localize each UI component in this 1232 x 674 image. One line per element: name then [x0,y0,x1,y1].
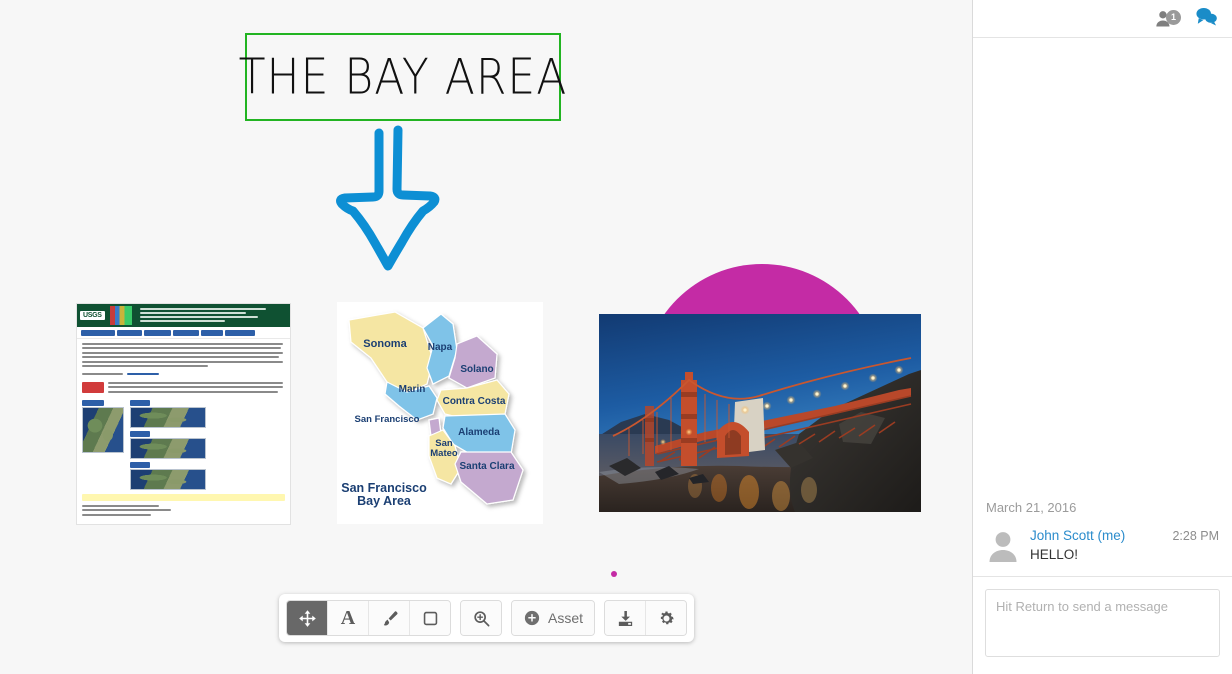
plus-circle-icon [524,610,540,626]
whiteboard-canvas[interactable]: THE BAY AREA USGS Sonoma Napa Solano Mar… [0,0,972,674]
bay-area-map-graphic: Sonoma Napa Solano Marin Contra Costa Sa… [341,311,524,508]
bay-area-map[interactable]: Sonoma Napa Solano Marin Contra Costa Sa… [337,302,543,524]
down-arrow-shape[interactable] [333,125,443,273]
usgs-paragraph [77,339,290,367]
thumb-tag [130,399,150,406]
down-arrow-icon [336,125,440,271]
tool-group-asset: Asset [511,600,596,636]
brush-icon [383,610,398,625]
chat-panel-header: 1 [973,0,1232,38]
usgs-alert-badge [82,381,104,393]
usgs-header-text [139,307,287,324]
text-tool-button[interactable]: A [328,601,369,635]
title-text: THE BAY AREA [238,48,568,106]
usgs-footer [77,501,290,522]
satellite-image [130,468,206,490]
svg-text:Marin: Marin [399,384,426,395]
satellite-image [130,406,206,428]
usgs-satellite-thumbnails [77,397,290,490]
chat-composer [973,576,1232,674]
satellite-image [130,437,206,459]
svg-text:Contra Costa: Contra Costa [443,396,506,407]
message-input[interactable] [985,589,1220,657]
thumb-tag [130,430,150,437]
usgs-paragraph-2 [77,369,290,376]
avatar [986,528,1020,562]
settings-button[interactable] [646,601,687,635]
svg-text:Sonoma: Sonoma [363,338,407,350]
thumb-tag [130,461,150,468]
usgs-document-thumbnail[interactable]: USGS [76,303,291,525]
chat-toggle-button[interactable] [1194,6,1218,31]
svg-text:Solano: Solano [460,364,493,375]
participants-count-badge: 1 [1166,9,1181,25]
thumb-tag [82,399,104,406]
usgs-emblem-icon [109,306,132,325]
svg-text:Santa Clara: Santa Clara [459,461,514,472]
usgs-header: USGS [77,304,290,327]
shape-tool-button[interactable] [410,601,450,635]
chat-message-text: HELLO! [1030,547,1079,562]
participants-button[interactable]: 1 [1154,9,1181,29]
chat-panel: 1 March 21, 2016 John Scott (me) 2:28 PM… [972,0,1232,674]
svg-text:San Francisco: San Francisco [341,481,427,495]
usgs-highlighted-line [82,493,285,501]
usgs-note-block [77,378,290,397]
square-icon [423,611,437,625]
default-avatar-icon [989,532,1017,562]
chat-bubble-icon [1196,8,1217,26]
brush-tool-button[interactable] [369,601,410,635]
svg-text:Alameda: Alameda [458,427,500,438]
download-icon [618,610,632,626]
zoom-in-icon [473,610,489,626]
golden-gate-photo-graphic [599,314,921,512]
chat-message: John Scott (me) 2:28 PM HELLO! [986,528,1219,562]
move-tool-button[interactable] [287,601,328,635]
svg-text:Napa: Napa [428,342,453,353]
chat-message-author[interactable]: John Scott (me) [1030,528,1125,543]
svg-text:Mateo: Mateo [430,448,458,459]
whiteboard-app: THE BAY AREA USGS Sonoma Napa Solano Mar… [0,0,1232,674]
magenta-dot-shape[interactable] [611,571,617,577]
chat-date-separator: March 21, 2016 [986,500,1077,515]
download-button[interactable] [605,601,647,635]
tool-group-zoom [460,600,502,636]
add-asset-label: Asset [548,610,584,626]
svg-text:Bay Area: Bay Area [357,494,412,508]
move-icon [298,609,316,627]
gear-icon [660,610,674,624]
tool-group-draw: A [286,600,451,636]
zoom-tool-button[interactable] [461,601,501,635]
canvas-toolbar: A Asset [279,594,695,642]
usgs-logo: USGS [80,311,105,320]
satellite-image [82,406,124,453]
add-asset-button[interactable]: Asset [512,601,595,635]
text-icon: A [340,607,356,629]
chat-message-time: 2:28 PM [1172,529,1219,543]
title-text-box[interactable]: THE BAY AREA [239,33,566,121]
usgs-nav-tabs[interactable] [77,327,290,339]
tool-group-actions [604,600,688,636]
chat-message-list: March 21, 2016 John Scott (me) 2:28 PM H… [973,38,1232,576]
svg-text:San Francisco: San Francisco [355,414,420,425]
golden-gate-bridge-photo[interactable] [599,314,921,512]
